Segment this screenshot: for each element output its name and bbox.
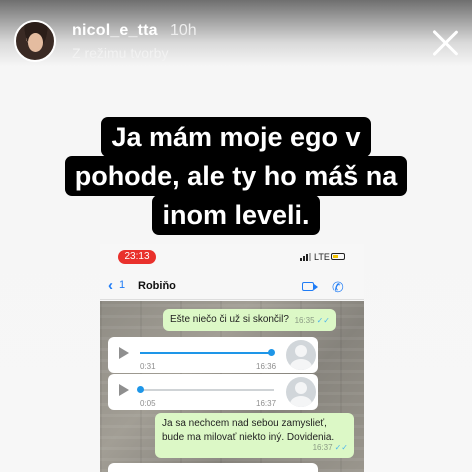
story-time: 10h [170, 22, 197, 39]
message-text: Ja sa nechcem nad sebou zamyslieť, [162, 418, 327, 429]
voice-time: 16:36 [256, 362, 277, 371]
message-outgoing: Ja sa nechcem nad sebou zamyslieť, bude … [155, 413, 354, 458]
caption-line: Ja mám moje ego v [101, 117, 371, 157]
read-ticks-icon: ✓✓ [334, 443, 348, 452]
voice-time: 16:37 [256, 399, 277, 408]
message-outgoing: Ešte niečo či už si skončil? 16:35 ✓✓ [163, 309, 336, 331]
chevron-left-icon[interactable]: ‹ [108, 277, 113, 294]
avatar-face [28, 33, 43, 52]
story-header: nicol_e_tta 10h Z režimu tvorby [0, 0, 472, 80]
play-icon[interactable] [119, 347, 129, 359]
chat-header: ‹ 1 Robiňo ✆ [100, 274, 364, 300]
back-count[interactable]: 1 [119, 279, 125, 291]
chat-screenshot: 23:13 LTE ‹ 1 Robiňo ✆ Ešte niečo či už … [100, 244, 364, 472]
voice-progress-knob[interactable] [268, 349, 276, 356]
voice-progress-track[interactable] [137, 386, 274, 393]
phone-icon[interactable]: ✆ [332, 279, 344, 296]
story-caption: Ja mám moje ego v pohode, ale ty ho máš … [0, 117, 472, 235]
read-ticks-icon: ✓✓ [316, 316, 330, 325]
voice-progress-knob[interactable] [137, 386, 144, 393]
contact-name[interactable]: Robiňo [138, 280, 176, 292]
message-text: Ešte niečo či už si skončil? [170, 314, 289, 325]
voice-message: 0:05 16:37 [108, 374, 318, 410]
message-meta: 16:35 ✓✓ [294, 316, 330, 325]
story-subtitle: Z režimu tvorby [72, 45, 169, 61]
username[interactable]: nicol_e_tta [72, 22, 158, 40]
avatar[interactable] [14, 20, 56, 62]
voice-duration: 0:31 [140, 362, 156, 371]
play-icon[interactable] [119, 384, 129, 396]
video-icon[interactable] [302, 282, 318, 291]
voice-progress-track[interactable] [140, 349, 276, 356]
status-bar: 23:13 LTE [100, 244, 364, 274]
signal-icon [300, 253, 312, 261]
voice-message: 0:31 16:36 [108, 337, 318, 373]
chat-body: Ešte niečo či už si skončil? 16:35 ✓✓ 0:3… [100, 301, 364, 472]
sender-avatar [286, 340, 316, 370]
status-clock: 23:13 [118, 250, 156, 264]
network-label: LTE [314, 252, 330, 262]
caption-line: inom leveli. [152, 195, 320, 235]
sender-avatar [286, 377, 316, 407]
voice-duration: 0:05 [140, 399, 156, 408]
message-meta: 16:37 ✓✓ [312, 443, 348, 452]
voice-message [108, 463, 318, 472]
voice-progress-fill [140, 352, 272, 354]
battery-icon [331, 253, 345, 260]
close-icon[interactable] [430, 28, 460, 58]
caption-line: pohode, ale ty ho máš na [64, 156, 408, 196]
